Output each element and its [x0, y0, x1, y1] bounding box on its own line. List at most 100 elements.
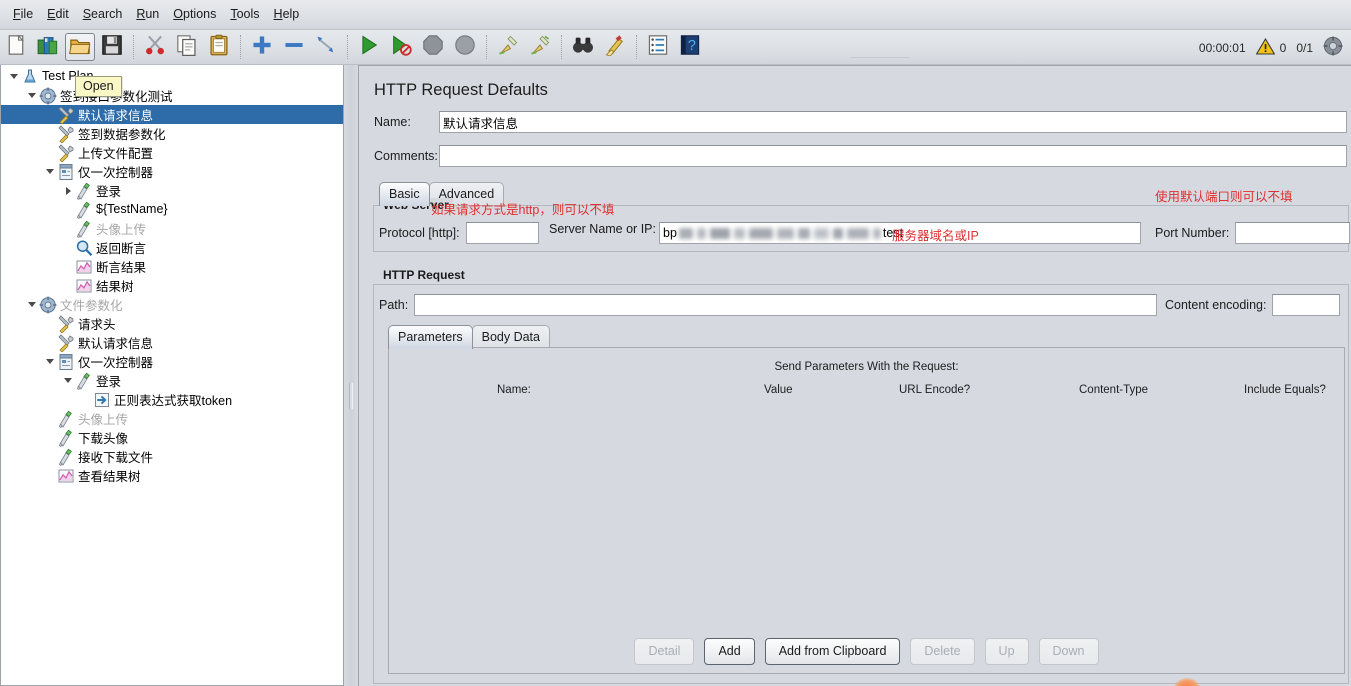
chevron-right-icon[interactable] — [61, 181, 75, 200]
menu-item-options[interactable]: Options — [166, 4, 223, 25]
function-helper-button[interactable] — [643, 33, 673, 61]
path-input[interactable] — [414, 294, 1158, 316]
protocol-label: Protocol [http]: — [379, 226, 460, 240]
protocol-input[interactable] — [465, 222, 539, 244]
menu-item-search[interactable]: Search — [76, 4, 130, 25]
test-plan-tree-pane[interactable]: Test Plan签到接口参数化测试默认请求信息签到数据参数化上传文件配置仅一次… — [0, 65, 344, 686]
reset-search-broom-button[interactable] — [600, 33, 630, 61]
tree-item[interactable]: 登录 — [1, 181, 343, 200]
tree-item[interactable]: ${TestName} — [1, 200, 343, 219]
clear-broom-button[interactable] — [493, 33, 523, 61]
chevron-down-icon[interactable] — [7, 67, 21, 86]
new-file-button[interactable] — [1, 33, 31, 61]
help-book-button[interactable]: ? — [675, 33, 705, 61]
menu-item-help[interactable]: Help — [267, 4, 307, 25]
tree-item[interactable]: 结果树 — [1, 276, 343, 295]
templates-button[interactable] — [33, 33, 63, 61]
subtab-parameters[interactable]: Parameters — [388, 325, 473, 349]
tab-basic[interactable]: Basic — [379, 182, 430, 206]
tree-item[interactable]: 断言结果 — [1, 257, 343, 276]
tree-item[interactable]: 返回断言 — [1, 238, 343, 257]
warning-indicator[interactable]: 0 — [1255, 37, 1286, 58]
tree-item[interactable]: 文件参数化 — [1, 295, 343, 314]
toggle-branch-button[interactable] — [311, 33, 341, 61]
start-play-button[interactable] — [354, 33, 384, 61]
parameters-panel: Send Parameters With the Request: Name: V… — [388, 347, 1345, 674]
tree-toggle-spacer — [43, 314, 57, 333]
menu-item-run[interactable]: Run — [129, 4, 166, 25]
tree-item[interactable]: 下载头像 — [1, 428, 343, 447]
tree-item[interactable]: 头像上传 — [1, 409, 343, 428]
open-folder-button[interactable] — [65, 33, 95, 61]
chevron-down-icon[interactable] — [61, 371, 75, 390]
tree-item[interactable]: 查看结果树 — [1, 466, 343, 485]
splitter-grip[interactable] — [349, 383, 353, 409]
tree-item[interactable]: 仅一次控制器 — [1, 162, 343, 181]
tree-item[interactable]: 头像上传 — [1, 219, 343, 238]
chevron-down-icon[interactable] — [43, 352, 57, 371]
horizontal-scrollbar-ghost[interactable] — [850, 57, 910, 61]
tree-item[interactable]: 接收下载文件 — [1, 447, 343, 466]
tree-item-label: 上传文件配置 — [78, 146, 154, 161]
column-header[interactable]: Name: — [497, 384, 531, 396]
thread-gear-icon[interactable] — [1323, 36, 1343, 59]
menu-item-edit[interactable]: Edit — [40, 4, 76, 25]
paste-clipboard-button[interactable] — [204, 33, 234, 61]
port-input[interactable] — [1235, 222, 1351, 244]
clear-all-broom-button[interactable] — [525, 33, 555, 61]
comments-input[interactable] — [439, 145, 1347, 167]
tree-toggle-spacer — [61, 238, 75, 257]
tree-item[interactable]: 仅一次控制器 — [1, 352, 343, 371]
tree-item[interactable]: 默认请求信息 — [1, 333, 343, 352]
open-folder-icon — [69, 34, 91, 61]
tree-item[interactable]: 签到接口参数化测试 — [1, 86, 343, 105]
name-row: Name: — [374, 111, 1349, 133]
chevron-down-icon[interactable] — [25, 86, 39, 105]
copy-pages-button[interactable] — [172, 33, 202, 61]
test-plan-tree[interactable]: Test Plan签到接口参数化测试默认请求信息签到数据参数化上传文件配置仅一次… — [1, 65, 343, 485]
tree-item[interactable]: 默认请求信息 — [1, 105, 343, 124]
http-sampler-icon — [75, 182, 93, 200]
function-helper-icon — [647, 34, 669, 61]
cut-scissors-icon — [144, 34, 166, 61]
tree-item[interactable]: 签到数据参数化 — [1, 124, 343, 143]
search-binoculars-button[interactable] — [568, 33, 598, 61]
tree-item[interactable]: 正则表达式获取token — [1, 390, 343, 409]
column-header[interactable]: Include Equals? — [1244, 384, 1326, 396]
column-header[interactable]: Value — [764, 384, 793, 396]
save-floppy-button[interactable] — [97, 33, 127, 61]
toolbar-group-4 — [353, 30, 481, 65]
up-button: Up — [984, 638, 1029, 665]
save-floppy-icon — [101, 34, 123, 61]
config-wrench-icon — [57, 105, 75, 124]
port-label: Port Number: — [1155, 226, 1230, 240]
add-button[interactable]: Add — [704, 638, 755, 665]
tree-item[interactable]: 上传文件配置 — [1, 143, 343, 162]
expand-plus-button[interactable] — [247, 33, 277, 61]
content-encoding-input[interactable] — [1272, 294, 1341, 316]
tree-item[interactable]: 登录 — [1, 371, 343, 390]
elapsed-time: 00:00:01 — [1198, 40, 1246, 55]
chevron-down-icon[interactable] — [25, 295, 39, 314]
tree-item[interactable]: 请求头 — [1, 314, 343, 333]
expand-plus-icon — [251, 34, 273, 61]
shutdown-button[interactable] — [450, 33, 480, 61]
column-header[interactable]: Content-Type — [1079, 384, 1148, 396]
toolbar-group-6 — [567, 30, 631, 65]
start-no-timers-button[interactable] — [386, 33, 416, 61]
menu-item-tools[interactable]: Tools — [223, 4, 266, 25]
request-subtabs[interactable]: Parameters Body Data — [388, 325, 550, 349]
tree-toggle-spacer — [61, 200, 75, 219]
name-input[interactable] — [439, 111, 1347, 133]
chevron-down-icon[interactable] — [43, 162, 57, 181]
menu-item-file[interactable]: File — [6, 4, 40, 25]
subtab-body-data[interactable]: Body Data — [471, 325, 550, 349]
column-header[interactable]: URL Encode? — [899, 384, 970, 396]
collapse-minus-button[interactable] — [279, 33, 309, 61]
pane-splitter[interactable] — [344, 65, 358, 686]
add-from-clipboard-button[interactable]: Add from Clipboard — [764, 638, 901, 665]
post-processor-icon — [93, 391, 111, 409]
tree-item[interactable]: Test Plan — [1, 67, 343, 86]
stop-octagon-button[interactable] — [418, 33, 448, 61]
cut-scissors-button[interactable] — [140, 33, 170, 61]
